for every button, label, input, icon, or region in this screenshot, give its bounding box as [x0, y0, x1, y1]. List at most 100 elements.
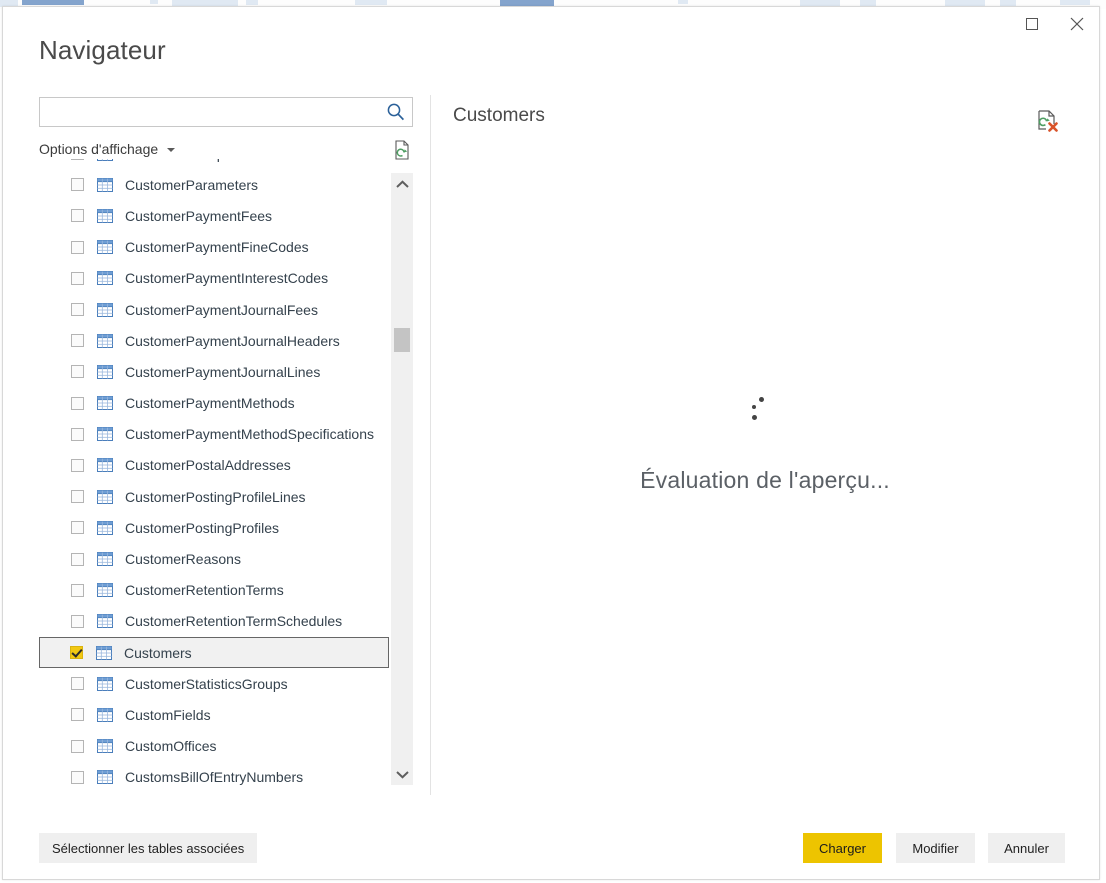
tree-item-label: CustomFields	[125, 706, 211, 723]
table-checkbox[interactable]	[71, 614, 84, 628]
table-icon	[97, 364, 113, 379]
table-checkbox[interactable]	[71, 521, 84, 535]
tree-scrollbar[interactable]	[391, 173, 413, 785]
tree-item[interactable]: CustomerPostingProfiles	[39, 512, 389, 543]
scrollbar-thumb[interactable]	[394, 328, 410, 352]
table-icon	[97, 333, 113, 348]
table-icon	[97, 177, 113, 192]
table-icon	[96, 645, 112, 660]
tree-item-label: CustomerPaymentJournalHeaders	[125, 332, 340, 349]
tree-item[interactable]: CustomerPostalAddresses	[39, 450, 389, 481]
table-checkbox[interactable]	[71, 490, 84, 504]
tree-item[interactable]: CustomerParameters	[39, 169, 389, 200]
table-icon	[97, 240, 113, 255]
footer-button-bar: Sélectionner les tables associées Charge…	[3, 833, 1099, 869]
table-checkbox[interactable]	[71, 159, 84, 161]
table-checkbox[interactable]	[71, 178, 84, 192]
table-icon	[97, 208, 113, 223]
tree-item[interactable]: CustomerGroups	[39, 159, 389, 169]
left-pane-header: Options d'affichage	[39, 97, 415, 163]
tree-item-label: CustomerPaymentMethods	[125, 395, 295, 412]
tree-item[interactable]: CustomerReasons	[39, 543, 389, 574]
table-icon	[97, 614, 113, 629]
tree-item-label: CustomerPaymentInterestCodes	[125, 270, 329, 287]
table-checkbox[interactable]	[71, 365, 84, 379]
search-input[interactable]	[40, 98, 380, 126]
close-button[interactable]	[1054, 7, 1099, 41]
tree-item-label: CustomerReasons	[125, 551, 241, 568]
tree-item[interactable]: CustomerPaymentInterestCodes	[39, 263, 389, 294]
table-icon	[97, 427, 113, 442]
table-icon	[97, 458, 113, 473]
tree-item-label: CustomerRetentionTerms	[125, 582, 284, 599]
search-box[interactable]	[39, 97, 413, 127]
page-title: Navigateur	[39, 35, 166, 65]
tree-item[interactable]: CustomerPaymentMethodSpecifications	[39, 419, 389, 450]
table-checkbox[interactable]	[71, 240, 84, 254]
window-controls	[1009, 7, 1099, 41]
table-checkbox[interactable]	[71, 739, 84, 753]
tree-item[interactable]: CustomerPaymentJournalHeaders	[39, 325, 389, 356]
table-icon	[97, 458, 113, 473]
table-checkbox[interactable]	[71, 334, 84, 348]
table-icon	[97, 614, 113, 629]
view-options-dropdown[interactable]: Options d'affichage	[39, 141, 176, 157]
table-icon	[97, 520, 113, 535]
tree-item-label: Customers	[124, 644, 192, 661]
preview-body: Évaluation de l'aperçu...	[431, 151, 1099, 795]
tree-item[interactable]: CustomerPaymentFees	[39, 200, 389, 231]
table-checkbox[interactable]	[71, 458, 84, 472]
table-icon	[97, 177, 113, 192]
table-checkbox[interactable]	[71, 209, 84, 223]
tree-item-label: CustomerRetentionTermSchedules	[125, 613, 343, 630]
tree-item[interactable]: CustomOffices	[39, 731, 389, 762]
table-icon	[97, 520, 113, 535]
tree-item[interactable]: CustomerStatisticsGroups	[39, 668, 389, 699]
loading-dots-icon	[750, 396, 776, 423]
table-checkbox[interactable]	[71, 583, 84, 597]
table-checkbox[interactable]	[71, 427, 84, 441]
table-checkbox[interactable]	[71, 303, 84, 317]
maximize-icon	[1025, 18, 1038, 30]
cancel-button[interactable]: Annuler	[988, 833, 1065, 863]
tree-item[interactable]: CustomerPostingProfileLines	[39, 481, 389, 512]
tree-item-selected[interactable]: Customers	[39, 637, 389, 669]
select-related-tables-button[interactable]: Sélectionner les tables associées	[39, 833, 258, 863]
cancel-refresh-icon[interactable]	[1035, 109, 1059, 133]
tree-item[interactable]: CustomerPaymentJournalLines	[39, 356, 389, 387]
maximize-button[interactable]	[1009, 7, 1054, 41]
tree-item[interactable]: CustomerPaymentMethods	[39, 388, 389, 419]
tree-item[interactable]: CustomerPaymentJournalFees	[39, 294, 389, 325]
tree-item-label: CustomerGroups	[125, 159, 232, 162]
table-checkbox[interactable]	[71, 396, 84, 410]
table-icon	[97, 739, 113, 754]
tree-item[interactable]: CustomsBillOfEntryNumbers	[39, 762, 389, 793]
table-checkbox[interactable]	[71, 552, 84, 566]
scrollbar-up-button[interactable]	[391, 173, 413, 195]
table-checkbox[interactable]	[71, 770, 84, 784]
tree-item-label: CustomerPaymentJournalFees	[125, 301, 318, 318]
table-checkbox[interactable]	[71, 708, 84, 722]
tree-item[interactable]: CustomerRetentionTermSchedules	[39, 606, 389, 637]
tree-item[interactable]: CustomerPaymentFineCodes	[39, 232, 389, 263]
edit-button[interactable]: Modifier	[896, 833, 975, 863]
tree-item-label: CustomerPostingProfiles	[125, 519, 280, 536]
table-checkbox[interactable]	[71, 677, 84, 691]
refresh-document-icon[interactable]	[391, 139, 413, 161]
table-icon	[97, 583, 113, 598]
scrollbar-down-button[interactable]	[391, 763, 413, 785]
tree-item-label: CustomerPostingProfileLines	[125, 488, 306, 505]
table-checkbox[interactable]	[71, 271, 84, 285]
load-button[interactable]: Charger	[803, 833, 882, 863]
tree-item-label: CustomerStatisticsGroups	[125, 675, 288, 692]
close-icon	[1070, 17, 1083, 31]
tree-item[interactable]: CustomFields	[39, 699, 389, 730]
tree-item-label: CustomerPaymentJournalLines	[125, 363, 321, 380]
navigator-dialog: Navigateur Options d'affichage CustomerP…	[2, 6, 1100, 880]
table-icon	[97, 676, 113, 691]
tables-tree[interactable]: CustomerGroups CustomerParameters Customer…	[39, 159, 415, 797]
table-checkbox[interactable]	[70, 646, 83, 660]
table-icon	[97, 583, 113, 598]
search-icon[interactable]	[386, 102, 406, 122]
tree-item[interactable]: CustomerRetentionTerms	[39, 575, 389, 606]
